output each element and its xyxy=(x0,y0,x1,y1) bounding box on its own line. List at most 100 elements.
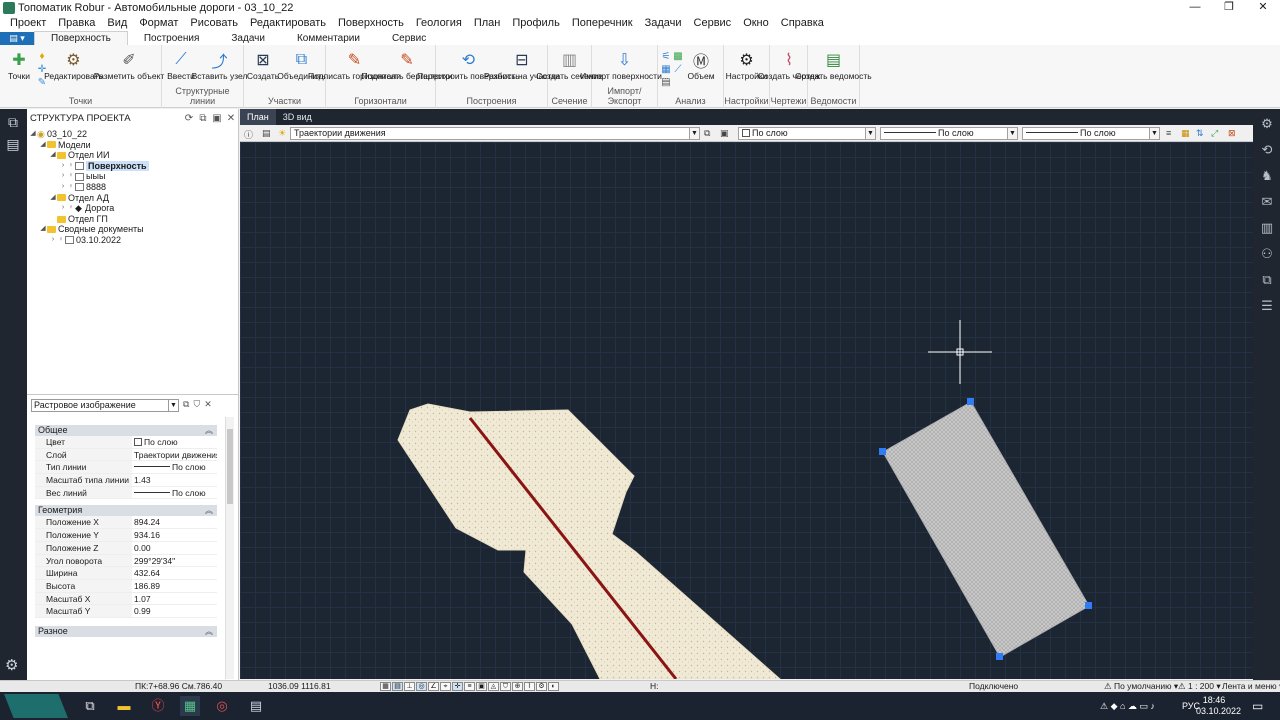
notepad-icon[interactable]: ▤ xyxy=(246,696,266,716)
ortho-toggle-icon[interactable]: ⊥ xyxy=(404,682,415,691)
collapse-icon[interactable]: ◢ xyxy=(39,224,47,235)
layer-previous-icon[interactable]: ⧉ xyxy=(704,128,710,139)
collapse-icon[interactable]: ◢ xyxy=(49,150,57,161)
network-icon[interactable]: ⚇ xyxy=(1258,245,1276,263)
osnap-toggle-icon[interactable]: ◎ xyxy=(416,682,427,691)
tree-item-dept-ii[interactable]: ◢ Отдел ИИ xyxy=(27,150,238,161)
menu-edit[interactable]: Правка xyxy=(52,15,101,31)
expand-icon[interactable]: › xyxy=(59,203,67,214)
pin-panel-icon[interactable]: ▣ xyxy=(210,113,224,124)
polar-toggle-icon[interactable]: ∠ xyxy=(428,682,439,691)
menu-profile[interactable]: Профиль xyxy=(506,15,566,31)
expand-icon[interactable]: › xyxy=(49,235,57,246)
expand-icon[interactable]: › xyxy=(59,161,67,172)
layer-match-icon[interactable]: ▣ xyxy=(720,128,729,139)
menu-draw[interactable]: Рисовать xyxy=(184,15,244,31)
category-geometry[interactable]: Геометрия ︽ xyxy=(35,505,217,517)
tree-item-surface[interactable]: › ♀ Поверхность xyxy=(27,160,238,172)
pin-icon[interactable]: ♦ xyxy=(36,51,48,62)
lineweight-toggle-icon[interactable]: ≡ xyxy=(464,682,475,691)
filter-toggle-icon[interactable]: ⛉ xyxy=(500,682,511,691)
property-row[interactable]: Высота 186.89 xyxy=(35,579,217,593)
layer-state-icon[interactable]: ☀ xyxy=(278,128,286,139)
property-row[interactable]: Масштаб типа линии 1.43 xyxy=(35,474,217,487)
menu-service[interactable]: Сервис xyxy=(688,15,738,31)
property-row[interactable]: Масштаб Y 0.99 xyxy=(35,605,217,618)
refresh-icon[interactable]: ⟳ xyxy=(182,113,196,124)
surface-raster-image[interactable] xyxy=(397,403,781,679)
object-type-select[interactable]: Растровое изображение ▼ xyxy=(31,399,179,412)
maximize-button[interactable]: ❐ xyxy=(1212,0,1246,15)
expand-icon[interactable]: › xyxy=(59,182,67,193)
styles-icon[interactable]: ♞ xyxy=(1258,167,1276,185)
clock[interactable]: 18:46 03.10.2022 xyxy=(1196,695,1241,717)
close-panel-icon[interactable]: ✕ xyxy=(204,399,212,410)
selection-cycle-icon[interactable]: ▣ xyxy=(476,682,487,691)
grip-handle[interactable] xyxy=(967,398,974,405)
ribbon-mode-selector[interactable]: Лента и меню ▾ xyxy=(1222,681,1280,692)
tab-surface[interactable]: Поверхность xyxy=(34,31,128,45)
align-icon[interactable]: ≡ xyxy=(1166,128,1171,138)
style-selector[interactable]: ⚠ По умолчанию ▾ xyxy=(1104,681,1178,692)
expand-icon[interactable]: › xyxy=(59,171,67,182)
scrollbar-thumb[interactable] xyxy=(227,429,233,504)
menu-modify[interactable]: Редактировать xyxy=(244,15,332,31)
comments-icon[interactable]: ✉ xyxy=(1258,193,1276,211)
dynamic-input-icon[interactable]: ✛ xyxy=(452,682,463,691)
drawing-canvas[interactable] xyxy=(240,142,1253,679)
quick-select-icon[interactable]: ⧉ xyxy=(183,399,189,410)
collapse-icon[interactable]: ◢ xyxy=(39,140,47,151)
minimize-button[interactable]: — xyxy=(1178,0,1212,15)
info-icon[interactable]: ⓘ xyxy=(244,128,253,141)
app-menu-button[interactable]: ▤ ▾ xyxy=(0,32,34,45)
track-toggle-icon[interactable]: ⌖ xyxy=(440,682,451,691)
tab-plan[interactable]: План xyxy=(240,109,276,125)
menu-surface[interactable]: Поверхность xyxy=(332,15,410,31)
report-icon[interactable]: ▤ xyxy=(660,77,672,88)
yandex-browser-icon[interactable]: Ⓨ xyxy=(148,696,168,716)
grip-handle[interactable] xyxy=(996,653,1003,660)
menu-plan[interactable]: План xyxy=(468,15,507,31)
tree-item-yyy[interactable]: › ♀ ыыы xyxy=(27,171,238,182)
property-row[interactable]: Масштаб X 1.07 xyxy=(35,592,217,606)
menu-tasks[interactable]: Задачи xyxy=(639,15,688,31)
3d-snap-icon[interactable]: ◬ xyxy=(488,682,499,691)
copy-icon[interactable]: ⧉ xyxy=(196,113,210,124)
property-row[interactable]: Положение Y 934.16 xyxy=(35,529,217,542)
gizmo-icon[interactable]: ⊕ xyxy=(512,682,523,691)
menu-help[interactable]: Справка xyxy=(775,15,830,31)
draw-order-icon[interactable]: ▦ xyxy=(1181,128,1190,139)
topomatic-app-icon[interactable]: ▦ xyxy=(180,696,200,716)
notifications-icon[interactable]: ▭ xyxy=(1252,692,1263,720)
layer-select[interactable]: Траектории движения ▼ xyxy=(290,127,700,140)
property-row[interactable]: Положение Z 0.00 xyxy=(35,541,217,555)
history-icon[interactable]: ⟲ xyxy=(1258,141,1276,159)
grid-toggle-icon[interactable]: ▦ xyxy=(380,682,391,691)
tab-tasks[interactable]: Задачи xyxy=(215,32,281,45)
lineweight-select[interactable]: По слою ▼ xyxy=(1022,127,1160,140)
properties-icon[interactable]: ⚙ xyxy=(1258,115,1276,133)
document-icon[interactable]: ▤ xyxy=(4,135,22,153)
tree-item-models[interactable]: ◢ Модели xyxy=(27,140,238,151)
menu-view[interactable]: Вид xyxy=(101,15,133,31)
close-panel-icon[interactable]: ✕ xyxy=(224,113,238,124)
tree-item-dept-gp[interactable]: Отдел ГП xyxy=(27,214,238,225)
zoom-extents-icon[interactable]: ⤢ xyxy=(1211,128,1218,139)
workspace-icon[interactable]: ⚙ xyxy=(536,682,547,691)
clear-icon[interactable]: ⊠ xyxy=(1228,128,1236,139)
profile-analysis-icon[interactable]: ⟋ xyxy=(672,64,684,75)
arrange-icon[interactable]: ⇅ xyxy=(1196,128,1204,139)
tab-constructions[interactable]: Построения xyxy=(128,32,216,45)
property-row[interactable]: Вес линий По слою xyxy=(35,486,217,500)
filter-icon[interactable]: ⛉ xyxy=(193,399,200,410)
tab-3d-view[interactable]: 3D вид xyxy=(276,109,319,125)
annotation-icon[interactable]: ⌇ xyxy=(524,682,535,691)
collapse-icon[interactable]: ◢ xyxy=(29,129,37,140)
tab-service[interactable]: Сервис xyxy=(376,32,442,45)
tree-item-doc-date[interactable]: › ♀ 03.10.2022 xyxy=(27,235,238,246)
tree-item-dept-ad[interactable]: ◢ Отдел АД xyxy=(27,193,238,204)
property-row[interactable]: Ширина 432.64 xyxy=(35,567,217,580)
sheets-icon[interactable]: ⧉ xyxy=(1258,271,1276,289)
property-row[interactable]: Цвет По слою xyxy=(35,436,217,449)
menu-cross-section[interactable]: Поперечник xyxy=(566,15,639,31)
